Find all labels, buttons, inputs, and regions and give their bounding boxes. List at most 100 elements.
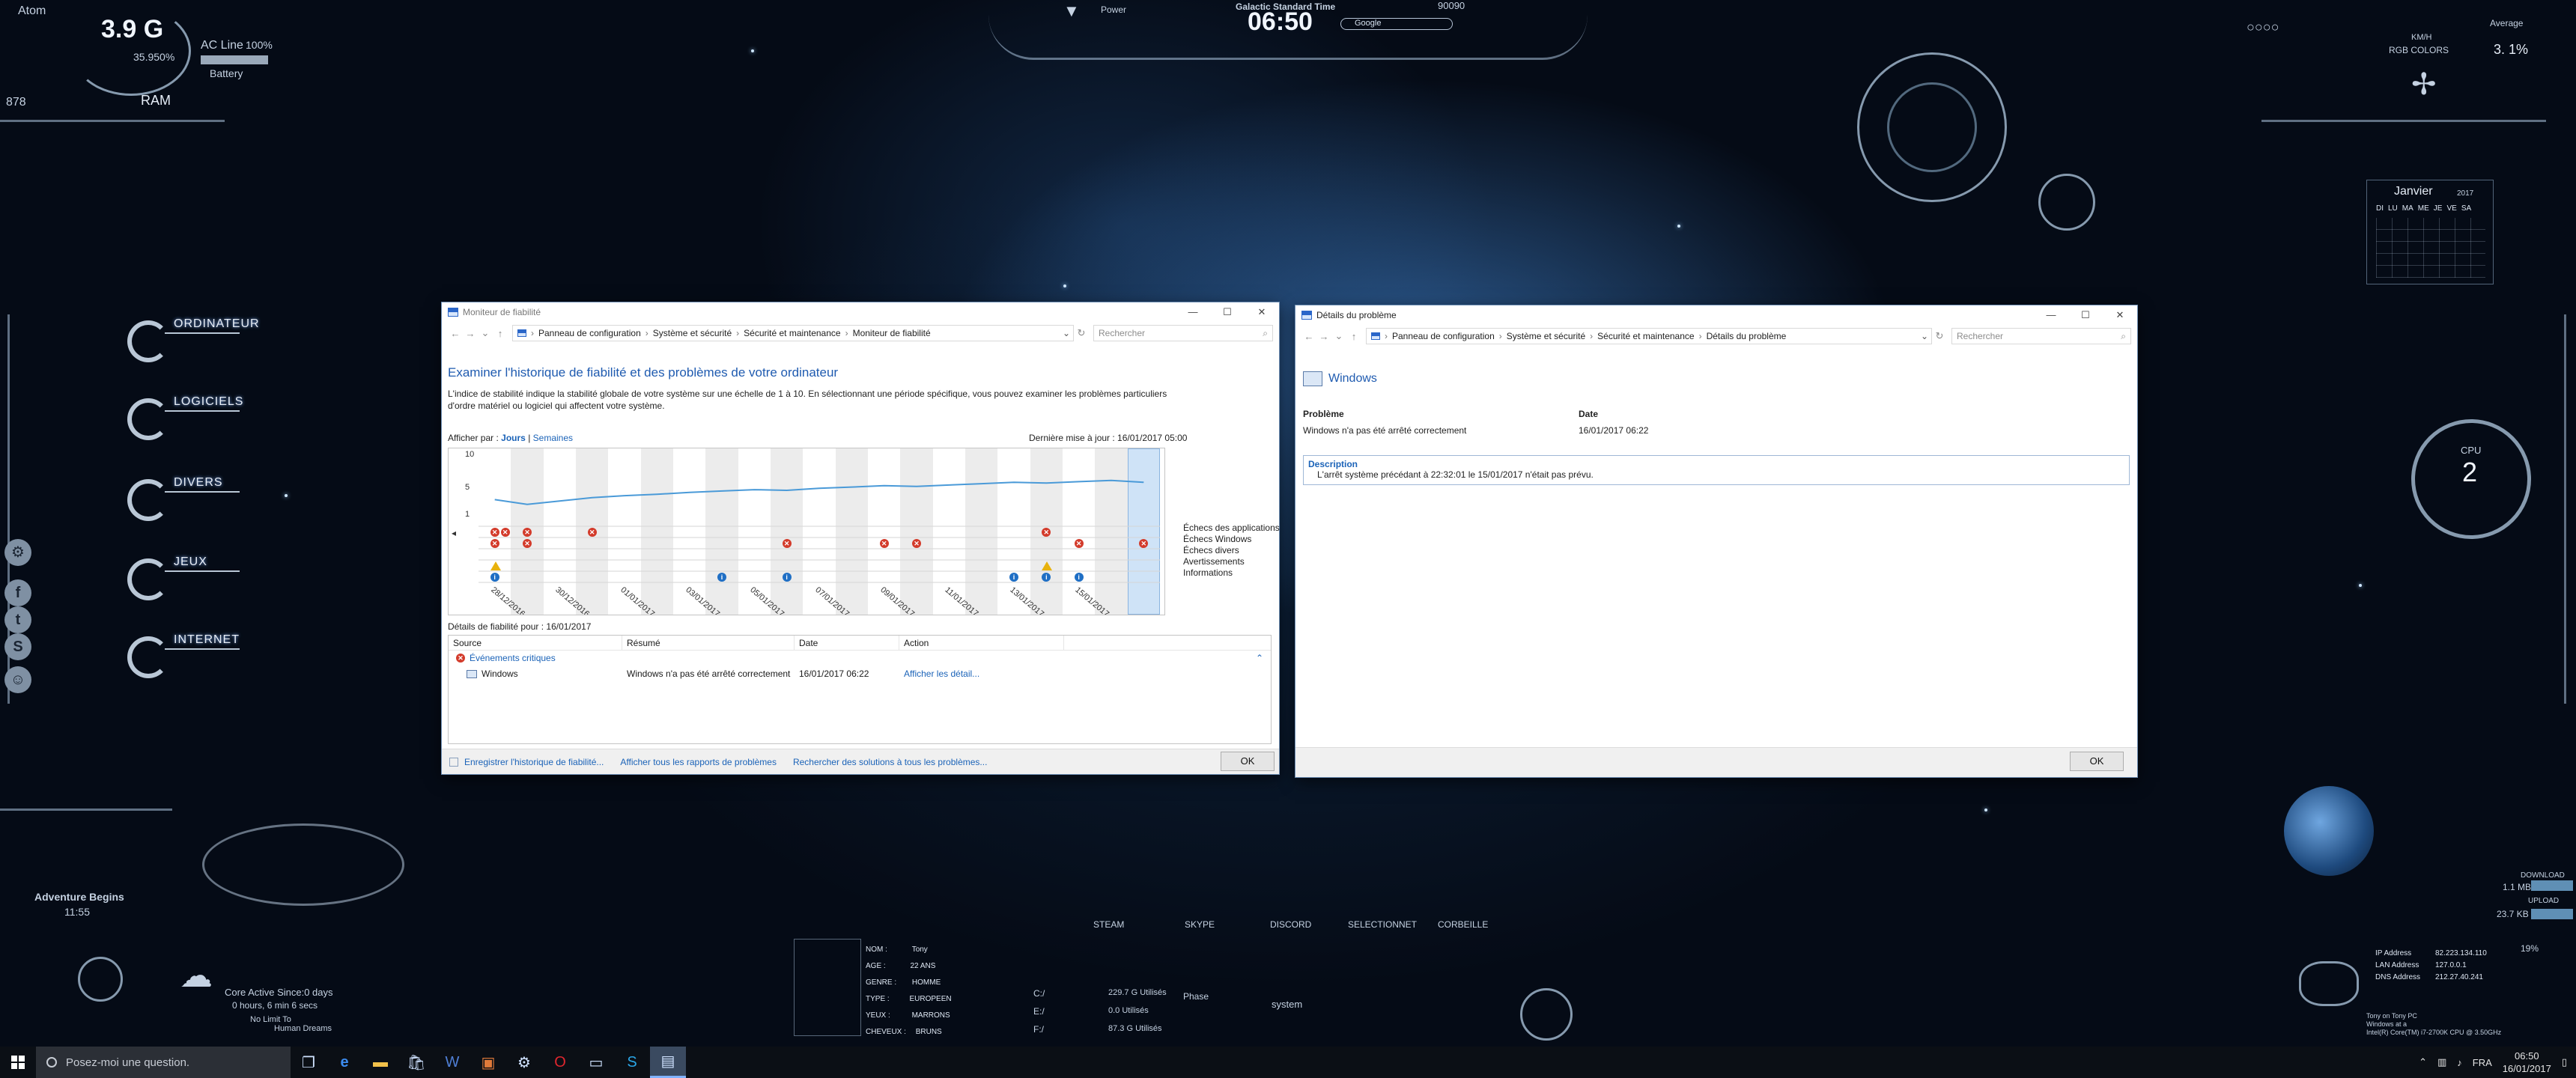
view-weeks-link[interactable]: Semaines <box>533 433 573 443</box>
scroll-left-icon[interactable]: ◂ <box>452 528 456 538</box>
error-icon[interactable]: ✕ <box>523 528 532 537</box>
nav-logiciels[interactable]: LOGICIELS <box>127 392 243 445</box>
breadcrumb-item[interactable]: Sécurité et maintenance <box>1597 331 1694 341</box>
nav-ordinateur[interactable]: ORDINATEUR <box>127 314 259 367</box>
google-search[interactable]: Google <box>1340 18 1453 30</box>
network-icon[interactable]: ▥ <box>2437 1056 2446 1068</box>
opera-icon[interactable]: O <box>542 1047 578 1078</box>
column-header[interactable]: Résumé <box>622 636 795 650</box>
stability-chart[interactable]: 10 5 1 ◂ ✕ ✕ ✕ ✕ ✕ ✕ ✕ ✕ ✕ ✕ ✕ i i i i i i ✕ 28/12/2016 30/12/2… <box>448 448 1165 615</box>
chevron-down-icon[interactable]: ⌄ <box>1331 330 1346 342</box>
error-icon[interactable]: ✕ <box>523 539 532 548</box>
window-circle-icon[interactable]: ○○○○ <box>2247 19 2279 35</box>
search-input[interactable]: Rechercher ⌕ <box>1093 325 1273 341</box>
ok-button[interactable]: OK <box>2070 752 2124 771</box>
breadcrumb-item[interactable]: Détails du problème <box>1707 331 1787 341</box>
info-icon[interactable]: i <box>717 573 726 582</box>
launcher-steam[interactable]: STEAM <box>1093 919 1124 930</box>
forward-arrow-icon[interactable]: → <box>463 328 478 339</box>
refresh-icon[interactable]: ↻ <box>1074 327 1089 339</box>
error-icon[interactable]: ✕ <box>782 539 792 548</box>
up-arrow-icon[interactable]: ↑ <box>493 328 508 339</box>
warning-icon[interactable] <box>490 561 501 570</box>
breadcrumb-item[interactable]: Moniteur de fiabilité <box>853 328 931 338</box>
skype-icon[interactable]: S <box>4 633 31 660</box>
refresh-icon[interactable]: ↻ <box>1932 330 1947 342</box>
minimize-button[interactable]: — <box>2034 305 2068 325</box>
launcher-skype[interactable]: SKYPE <box>1185 919 1215 930</box>
edge-icon[interactable]: e <box>326 1047 362 1078</box>
error-icon[interactable]: ✕ <box>879 539 889 548</box>
info-icon[interactable]: i <box>782 573 792 582</box>
explorer-icon[interactable]: ▬ <box>362 1047 398 1078</box>
launcher-corbeille[interactable]: CORBEILLE <box>1438 919 1488 930</box>
app-icon[interactable]: ▣ <box>470 1047 506 1078</box>
volume-icon[interactable]: ♪ <box>2457 1057 2462 1068</box>
back-arrow-icon[interactable]: ← <box>448 328 463 339</box>
dropdown-icon[interactable]: ⌄ <box>1063 328 1070 338</box>
maximize-button[interactable]: ☐ <box>1210 302 1245 322</box>
chevron-down-icon[interactable]: ⌄ <box>478 327 493 339</box>
launcher-selectionnet[interactable]: SELECTIONNET <box>1348 919 1417 930</box>
notification-icon[interactable]: ▯ <box>2562 1056 2567 1068</box>
breadcrumb-item[interactable]: Système et sécurité <box>653 328 732 338</box>
error-icon[interactable]: ✕ <box>490 528 499 537</box>
steam-icon[interactable]: ⚙ <box>506 1047 542 1078</box>
save-history-link[interactable]: Enregistrer l'historique de fiabilité... <box>464 757 604 767</box>
column-header[interactable]: Action <box>899 636 1064 650</box>
cortana-search[interactable]: Posez-moi une question. <box>36 1047 291 1078</box>
breadcrumb-item[interactable]: Système et sécurité <box>1507 331 1585 341</box>
action-link[interactable]: Afficher les détail... <box>899 669 1064 679</box>
breadcrumb-item[interactable]: Sécurité et maintenance <box>744 328 840 338</box>
language-indicator[interactable]: FRA <box>2473 1057 2492 1068</box>
error-icon[interactable]: ✕ <box>490 539 499 548</box>
breadcrumb-item[interactable]: Panneau de configuration <box>538 328 641 338</box>
dropdown-icon[interactable]: ⌄ <box>1921 331 1928 341</box>
info-icon[interactable]: i <box>1009 573 1018 582</box>
twitter-icon[interactable]: t <box>4 606 31 633</box>
task-view-icon[interactable]: ❐ <box>291 1047 326 1078</box>
maximize-button[interactable]: ☐ <box>2068 305 2103 325</box>
breadcrumb[interactable]: › Panneau de configuration › Système et … <box>1366 328 1932 344</box>
search-input[interactable]: Rechercher ⌕ <box>1951 328 2131 344</box>
facebook-icon[interactable]: f <box>4 579 31 606</box>
chevron-up-icon[interactable]: ⌃ <box>2419 1056 2427 1068</box>
start-button[interactable] <box>0 1047 36 1078</box>
launcher-discord[interactable]: DISCORD <box>1270 919 1311 930</box>
error-icon[interactable]: ✕ <box>500 528 510 537</box>
word-icon[interactable]: W <box>434 1047 470 1078</box>
back-arrow-icon[interactable]: ← <box>1301 331 1316 342</box>
store-icon[interactable]: 🛍 <box>398 1047 434 1078</box>
error-icon[interactable]: ✕ <box>912 539 921 548</box>
nav-divers[interactable]: DIVERS <box>127 473 240 526</box>
error-icon[interactable]: ✕ <box>587 528 597 537</box>
nav-jeux[interactable]: JEUX <box>127 552 240 605</box>
breadcrumb-item[interactable]: Panneau de configuration <box>1392 331 1495 341</box>
group-icon[interactable]: ☺ <box>4 666 31 693</box>
up-arrow-icon[interactable]: ↑ <box>1346 331 1361 342</box>
table-row[interactable]: Windows Windows n'a pas été arrêté corre… <box>449 666 1271 682</box>
column-header[interactable]: Date <box>795 636 899 650</box>
close-button[interactable]: ✕ <box>1245 302 1279 322</box>
reliability-icon[interactable]: ▤ <box>650 1047 686 1078</box>
steam-icon[interactable]: ⚙ <box>4 539 31 566</box>
warning-icon[interactable] <box>1042 561 1053 570</box>
collapse-icon[interactable]: ⌃ <box>1256 653 1263 663</box>
forward-arrow-icon[interactable]: → <box>1316 331 1331 342</box>
error-icon[interactable]: ✕ <box>1074 539 1084 548</box>
monitor-icon[interactable]: ▭ <box>578 1047 614 1078</box>
ok-button[interactable]: OK <box>1221 752 1275 771</box>
minimize-button[interactable]: — <box>1176 302 1210 322</box>
breadcrumb[interactable]: › Panneau de configuration › Système et … <box>512 325 1074 341</box>
skype-icon[interactable]: S <box>614 1047 650 1078</box>
column-header[interactable]: Source <box>449 636 622 650</box>
close-button[interactable]: ✕ <box>2103 305 2137 325</box>
group-row[interactable]: ✕ Événements critiques ⌃ <box>449 651 1271 666</box>
info-icon[interactable]: i <box>490 573 499 582</box>
nav-internet[interactable]: INTERNET <box>127 630 240 683</box>
info-icon[interactable]: i <box>1074 573 1084 582</box>
view-days-link[interactable]: Jours <box>501 433 526 443</box>
check-solutions-link[interactable]: Rechercher des solutions à tous les prob… <box>793 757 987 767</box>
view-all-reports-link[interactable]: Afficher tous les rapports de problèmes <box>620 757 777 767</box>
clock[interactable]: 06:50 16/01/2017 <box>2503 1050 2551 1075</box>
